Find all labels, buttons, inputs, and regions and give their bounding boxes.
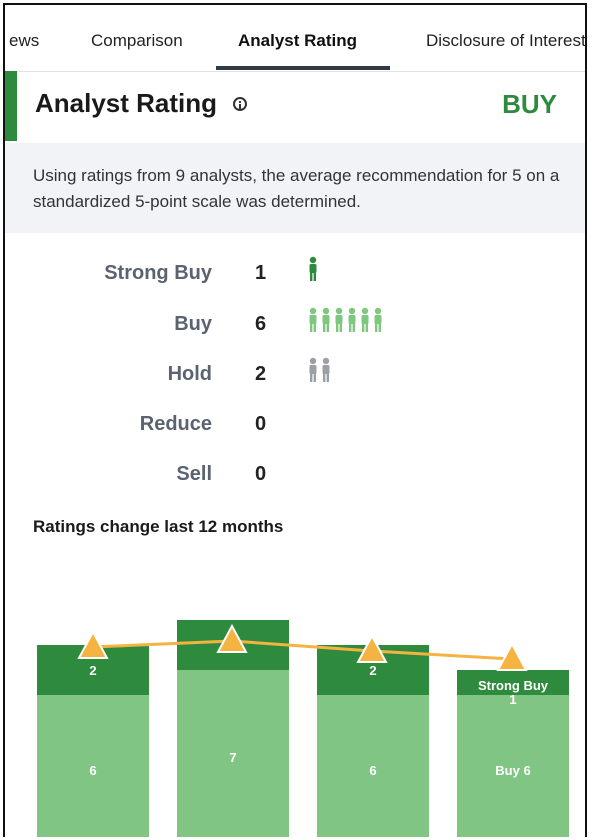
person-icon	[322, 307, 330, 332]
rating-row: Sell 0	[5, 463, 585, 493]
bar-label-top: 2	[89, 663, 96, 678]
rating-label: Reduce	[139, 413, 212, 435]
rating-row: Hold 2	[5, 357, 585, 393]
active-tab-indicator	[216, 66, 390, 70]
rating-people-icons	[307, 357, 333, 387]
rating-label: Sell	[176, 463, 212, 485]
person-icon	[309, 307, 317, 332]
person-icon	[309, 256, 317, 281]
person-icon	[374, 307, 382, 332]
tab-comparison[interactable]: Comparison	[91, 5, 183, 71]
app-frame: ews Comparison Analyst Rating Disclosure…	[3, 3, 587, 837]
tab-analyst-rating[interactable]: Analyst Rating	[238, 5, 357, 71]
rating-row: Reduce 0	[5, 413, 585, 443]
person-icon	[348, 307, 356, 332]
rating-count: 0	[255, 463, 267, 485]
bar-label-bottom: 6	[369, 763, 376, 778]
rating-people-icons	[307, 307, 385, 337]
tab-news[interactable]: ews	[9, 5, 39, 71]
bar-label-top: Strong Buy	[478, 678, 549, 693]
trend-line	[92, 639, 513, 661]
rating-count: 1	[255, 262, 267, 284]
page-title: Analyst Rating	[35, 88, 218, 118]
bar-label-top: 2	[369, 663, 376, 678]
chart-title: Ratings change last 12 months	[33, 517, 284, 536]
bar-label-bottom: 7	[229, 750, 236, 765]
bar-label-bottom: 6	[89, 763, 96, 778]
person-icon	[335, 307, 343, 332]
person-icon	[322, 357, 330, 382]
summary-text: Using ratings from 9 analysts, the avera…	[33, 166, 560, 211]
rating-label: Strong Buy	[104, 262, 212, 284]
section-accent-bar	[5, 71, 17, 141]
tab-disclosure-of-interest[interactable]: Disclosure of Interest	[426, 5, 585, 71]
ratings-change-chart: 2 6 7 2 6 Strong Buy1 Buy 6	[37, 620, 569, 837]
bar-label-top-value: 1	[509, 692, 516, 707]
bar-label-bottom: Buy 6	[495, 763, 530, 778]
tab-bar: ews Comparison Analyst Rating Disclosure…	[5, 5, 585, 72]
summary-box: Using ratings from 9 analysts, the avera…	[5, 143, 585, 233]
rating-row: Strong Buy 1	[5, 256, 585, 292]
rating-label: Buy	[174, 313, 212, 335]
rating-label: Hold	[167, 363, 212, 385]
person-icon	[361, 307, 369, 332]
recommendation-badge: BUY	[502, 89, 557, 119]
rating-count: 6	[255, 313, 267, 335]
rating-count: 0	[255, 413, 267, 435]
info-circle-icon[interactable]	[233, 97, 247, 111]
rating-count: 2	[255, 363, 267, 385]
person-icon	[309, 357, 317, 382]
rating-row: Buy 6	[5, 307, 585, 343]
rating-people-icons	[307, 256, 320, 286]
